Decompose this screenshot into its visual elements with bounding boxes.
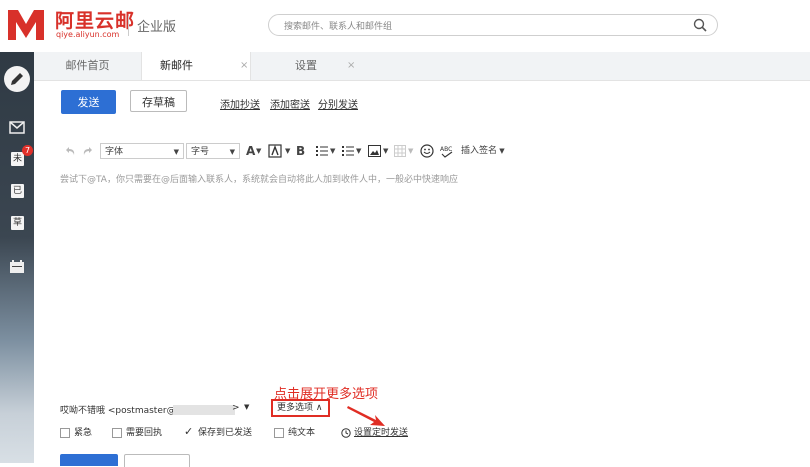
receipt-label: 需要回执 [126,428,163,438]
emoji-icon[interactable] [420,144,434,158]
bullet-list-icon[interactable] [316,145,328,157]
editor-placeholder: 尝试下@TA，你只需要在@后面输入联系人，系统就会自动将此人加到收件人中，一般必… [60,175,458,185]
font-size-select[interactable]: 字号 ▼ [186,143,240,159]
sender-address: 哎呦不错哦 <postmaster@ [60,406,176,416]
sidebar-item-drafts[interactable]: 草 [7,214,27,234]
search-input[interactable]: 搜索邮件、联系人和邮件组 [268,14,718,36]
receipt-checkbox[interactable] [112,428,122,438]
svg-text:ABC: ABC [440,146,452,153]
brand-edition: 企业版 [137,20,177,35]
urgent-label: 紧急 [74,428,93,438]
sidebar: 未 7 已 草 [0,52,34,463]
undo-icon[interactable] [64,145,76,157]
tab-bar: 邮件首页 新邮件 × 设置 × [34,52,810,81]
plain-text-checkbox[interactable] [274,428,284,438]
table-icon[interactable] [394,145,406,157]
font-size-label: 字号 [191,147,210,157]
schedule-send-link[interactable]: 设置定时发送 [354,427,408,439]
font-family-label: 字体 [105,147,124,157]
sender-address-redaction [173,405,235,415]
editor-toolbar: 字体 ▼ 字号 ▼ A ▼ ▼ B ▼ ▼ ▼ ▼ ABC 插入签名 ▼ [60,143,760,161]
brand-name: 阿里云邮 [55,10,136,32]
plain-text-label: 纯文本 [288,428,316,438]
clock-icon [341,428,351,438]
sidebar-item-drafts-label: 草 [11,216,24,230]
insert-signature-label: 插入签名 [461,146,498,156]
brand-divider [128,16,129,36]
chevron-down-icon[interactable]: ▼ [256,143,261,159]
urgent-checkbox[interactable] [60,428,70,438]
highlight-icon[interactable] [268,144,282,158]
chevron-down-icon[interactable]: ▼ [408,143,413,159]
separate-send-link[interactable]: 分别发送 [318,96,358,111]
tab-new-mail[interactable]: 新邮件 [141,52,251,80]
tab-new-mail-label: 新邮件 [160,59,193,72]
save-draft-button[interactable]: 存草稿 [130,90,187,112]
header: 阿里云邮 qiye.aliyun.com 企业版 搜索邮件、联系人和邮件组 [0,0,810,46]
numbered-list-icon[interactable] [342,145,354,157]
chevron-down-icon: ▼ [229,148,235,156]
spellcheck-icon[interactable]: ABC [440,144,454,158]
chevron-down-icon[interactable]: ▼ [330,143,335,159]
compose-toolbar: 发送 存草稿 添加抄送 添加密送 分别发送 [34,81,810,121]
insert-signature-button[interactable]: 插入签名 ▼ [461,143,505,159]
annotation-arrow [347,406,385,426]
font-family-select[interactable]: 字体 ▼ [100,143,184,159]
more-options-toggle[interactable]: 更多选项 ∧ [271,399,330,417]
save-to-sent-label: 保存到已发送 [198,428,253,438]
send-button[interactable]: 发送 [61,90,116,114]
add-cc-link[interactable]: 添加抄送 [220,96,260,111]
attachment-row-partial [60,119,140,127]
brand-domain: qiye.aliyun.com [56,30,120,39]
chevron-down-icon[interactable]: ▼ [356,143,361,159]
sidebar-item-sent-label: 已 [11,184,24,198]
font-color-button[interactable]: A [246,143,255,159]
pen-icon [11,73,23,85]
search-icon[interactable] [693,18,707,32]
search-placeholder: 搜索邮件、联系人和邮件组 [284,22,393,32]
sidebar-item-sent[interactable]: 已 [7,182,27,202]
compose-button[interactable] [4,66,30,92]
calendar-icon[interactable] [7,257,27,277]
unread-badge: 7 [22,145,33,156]
send-button-bottom[interactable] [60,454,118,466]
sidebar-item-unread-label: 未 [11,152,24,166]
chevron-down-icon: ▼ [497,147,505,155]
tab-settings[interactable]: 设置 [251,52,361,80]
chevron-down-icon[interactable]: ▼ [244,403,249,411]
sender-address-suffix: > [232,403,240,413]
tab-settings-label: 设置 [295,59,317,72]
editor-body[interactable]: 尝试下@TA，你只需要在@后面输入联系人，系统就会自动将此人加到收件人中，一般必… [60,172,458,185]
tab-settings-close-icon[interactable]: × [347,52,355,80]
chevron-down-icon: ▼ [173,148,179,156]
save-draft-button-bottom[interactable] [124,454,190,467]
bold-button[interactable]: B [296,143,305,159]
mail-icon[interactable] [7,118,27,138]
tab-mail-home[interactable]: 邮件首页 [34,52,141,80]
check-icon[interactable]: ✓ [184,425,193,438]
options-row: 紧急 需要回执 ✓ 保存到已发送 纯文本 设置定时发送 [60,425,460,443]
redo-icon[interactable] [82,145,94,157]
chevron-down-icon[interactable]: ▼ [383,143,388,159]
image-icon[interactable] [368,145,381,157]
logo-icon[interactable] [6,6,46,42]
tab-new-mail-close-icon[interactable]: × [240,52,248,80]
chevron-down-icon[interactable]: ▼ [285,143,290,159]
add-bcc-link[interactable]: 添加密送 [270,96,310,111]
sidebar-item-unread[interactable]: 未 7 [7,145,33,170]
